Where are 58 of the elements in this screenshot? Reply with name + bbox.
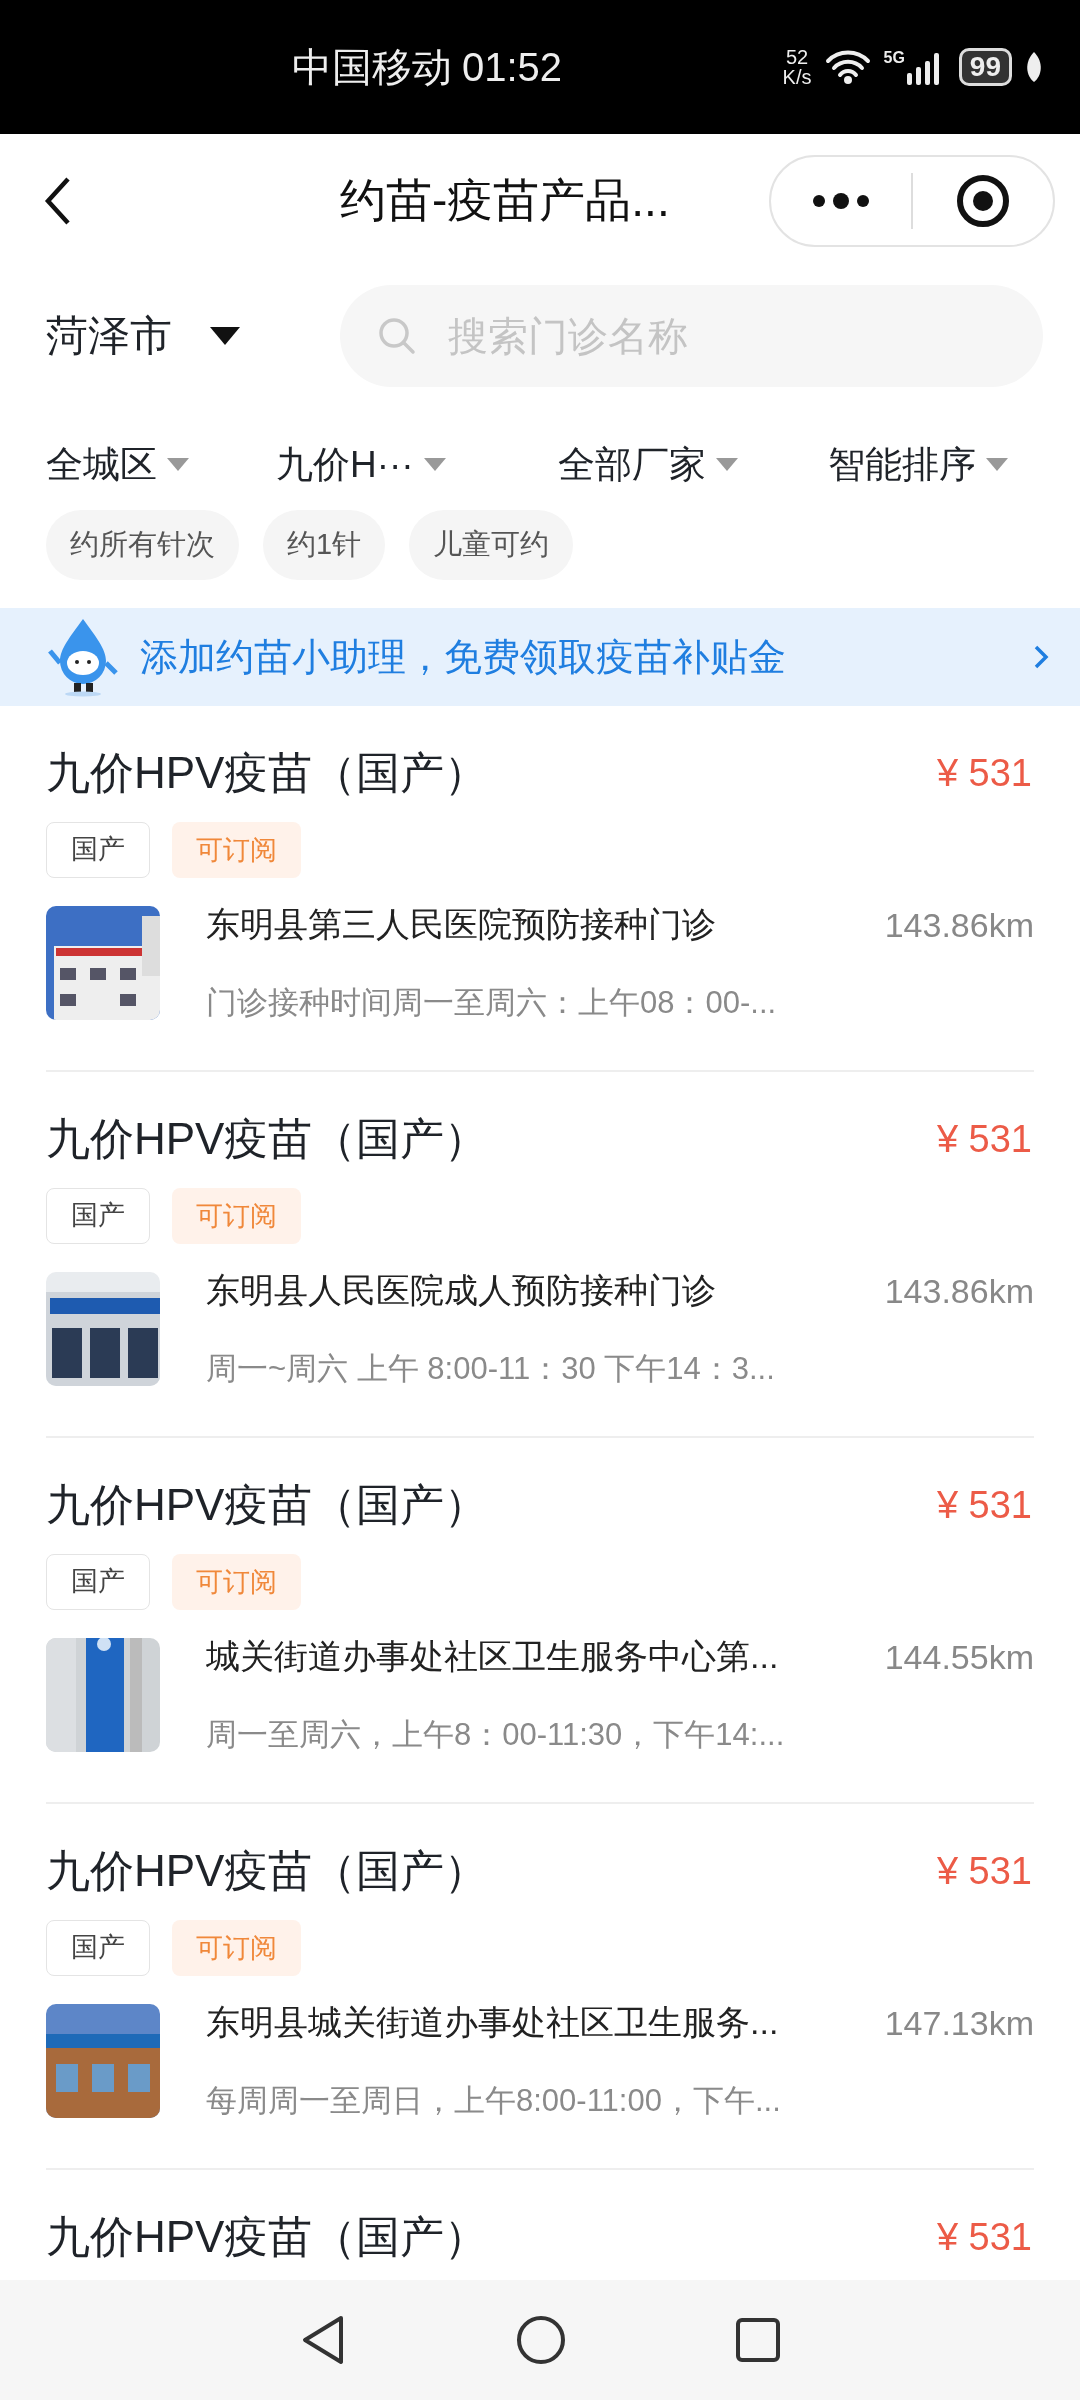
filter-chip[interactable]: 约所有针次 bbox=[46, 510, 239, 580]
origin-tag: 国产 bbox=[46, 822, 150, 878]
price: ¥ 531 bbox=[936, 2215, 1032, 2259]
filter-dropdown[interactable]: 九价H··· bbox=[276, 440, 558, 490]
origin-tag: 国产 bbox=[46, 1554, 150, 1610]
origin-tag: 国产 bbox=[46, 1920, 150, 1976]
wifi-icon bbox=[823, 49, 872, 85]
leaf-icon bbox=[1024, 50, 1044, 84]
city-selector[interactable]: 菏泽市 bbox=[46, 308, 340, 364]
recents-icon[interactable] bbox=[735, 2317, 781, 2363]
subscribe-tag: 可订阅 bbox=[172, 1188, 301, 1244]
distance: 143.86km bbox=[884, 1271, 1034, 1311]
target-icon bbox=[955, 173, 1011, 229]
dropdown-icon bbox=[716, 458, 738, 472]
vaccine-name: 九价HPV疫苗（国产） bbox=[46, 2210, 489, 2263]
mascot-icon bbox=[48, 617, 118, 697]
vaccine-name: 九价HPV疫苗（国产） bbox=[46, 1844, 489, 1897]
price: ¥ 531 bbox=[936, 751, 1032, 795]
clinic-name[interactable]: 东明县第三人民医院预防接种门诊 bbox=[206, 902, 716, 948]
dropdown-icon bbox=[986, 458, 1008, 472]
clinic-hours: 周一至周六，上午8：00-11:30，下午14:... bbox=[206, 1716, 786, 1754]
home-icon[interactable] bbox=[515, 2314, 567, 2366]
vaccine-name: 九价HPV疫苗（国产） bbox=[46, 746, 489, 799]
vaccine-name: 九价HPV疫苗（国产） bbox=[46, 1112, 489, 1165]
distance: 143.86km bbox=[884, 905, 1034, 945]
dropdown-icon bbox=[210, 327, 240, 345]
distance: 147.13km bbox=[884, 2003, 1034, 2043]
battery-level: 99 bbox=[958, 48, 1012, 86]
chevron-right-icon[interactable] bbox=[1032, 643, 1050, 671]
filter-dropdown[interactable]: 智能排序 bbox=[828, 440, 1028, 490]
subscribe-tag: 可订阅 bbox=[172, 1920, 301, 1976]
price: ¥ 531 bbox=[936, 1117, 1032, 1161]
dropdown-icon bbox=[423, 458, 446, 472]
origin-tag: 国产 bbox=[46, 1188, 150, 1244]
clinic-name[interactable]: 东明县人民医院成人预防接种门诊 bbox=[206, 1268, 716, 1314]
subscribe-tag: 可订阅 bbox=[172, 1554, 301, 1610]
carrier-name: 中国移动 bbox=[292, 43, 452, 91]
filter-chip[interactable]: 儿童可约 bbox=[409, 510, 574, 580]
clinic-hours: 门诊接种时间周一至周六：上午08：00-... bbox=[206, 984, 778, 1022]
dropdown-icon bbox=[167, 458, 189, 472]
page-title: 约苗-疫苗产品... bbox=[340, 173, 670, 228]
subscribe-tag: 可订阅 bbox=[172, 822, 301, 878]
speed-unit: K/s bbox=[782, 67, 812, 87]
filter-dropdown[interactable]: 全部厂家 bbox=[558, 440, 828, 490]
price: ¥ 531 bbox=[936, 1849, 1032, 1893]
clinic-hours: 周一~周六 上午 8:00-11：30 下午14：3... bbox=[206, 1350, 776, 1388]
speed-value: 52 bbox=[785, 47, 809, 67]
search-icon bbox=[378, 317, 416, 355]
clinic-hours: 每周周一至周日，上午8:00-11:00，下午... bbox=[206, 2082, 782, 2120]
distance: 144.55km bbox=[884, 1637, 1034, 1677]
clinic-name[interactable]: 城关街道办事处社区卫生服务中心第... bbox=[206, 1634, 779, 1680]
filter-dropdown[interactable]: 全城区 bbox=[46, 440, 276, 490]
clinic-name[interactable]: 东明县城关街道办事处社区卫生服务... bbox=[206, 2000, 779, 2046]
filter-chip[interactable]: 约1针 bbox=[263, 510, 386, 580]
vaccine-name: 九价HPV疫苗（国产） bbox=[46, 1478, 489, 1531]
price: ¥ 531 bbox=[936, 1483, 1032, 1527]
clock-time: 01:52 bbox=[462, 44, 563, 90]
network-label: 5G bbox=[883, 49, 905, 67]
